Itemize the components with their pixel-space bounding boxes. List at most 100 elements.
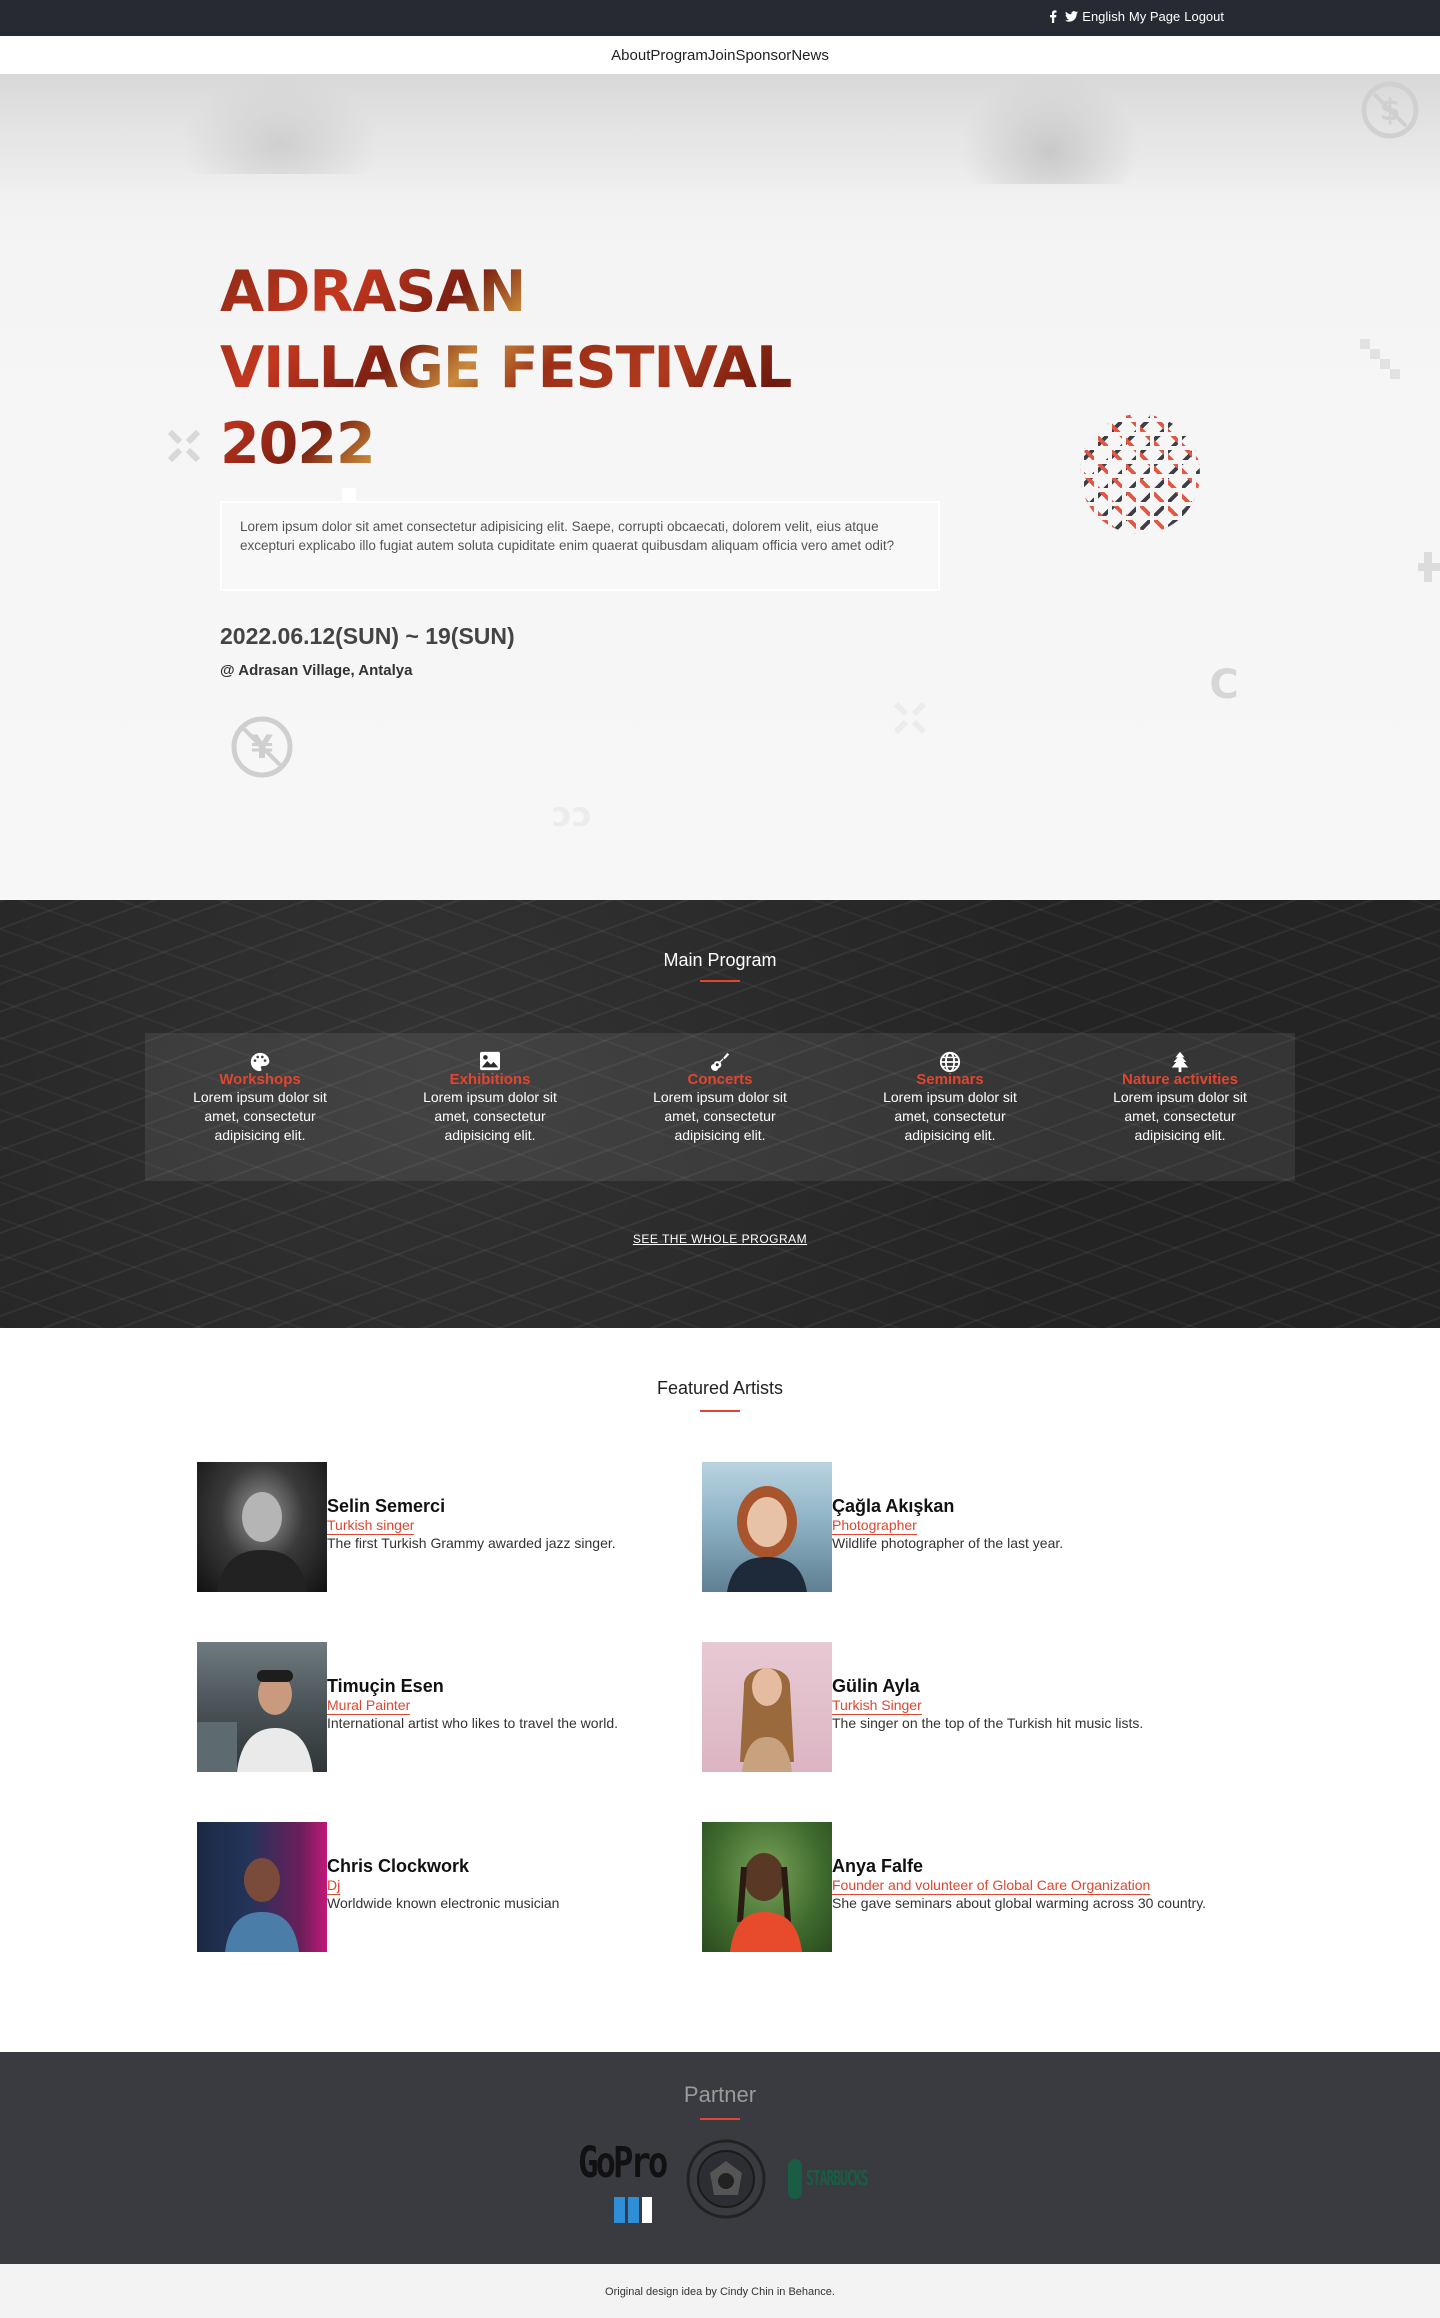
artist-name: Anya Falfe	[832, 1856, 924, 1876]
my-page-link[interactable]: My Page	[1129, 9, 1180, 24]
nav-item-join[interactable]: Join	[708, 47, 736, 64]
artist-bio: The singer on the top of the Turkish hit…	[832, 1715, 1144, 1731]
partner-logos: GoPro STARBUCKS	[578, 2137, 878, 2223]
program-card-nature[interactable]: Nature activities Lorem ipsum dolor sit …	[1095, 1033, 1265, 1181]
artist-role: Founder and volunteer of Global Care Org…	[832, 1877, 1151, 1895]
program-card-text: Lorem ipsum dolor sit amet, consectetur …	[653, 1089, 787, 1143]
dollar-coin-icon: $	[1361, 81, 1419, 139]
artist-photo	[197, 1642, 327, 1772]
program-card-title: Concerts	[687, 1071, 753, 1088]
program-card-workshops[interactable]: Workshops Lorem ipsum dolor sit amet, co…	[175, 1033, 345, 1181]
artist-photo	[702, 1462, 832, 1592]
title-underline	[700, 980, 740, 982]
language-link[interactable]: English	[1082, 9, 1125, 24]
program-card-title: Exhibitions	[449, 1071, 531, 1088]
program-card-text: Lorem ipsum dolor sit amet, consectetur …	[1113, 1089, 1247, 1143]
pixel-decoration-icon	[1360, 339, 1400, 379]
plus-decoration-icon	[1418, 552, 1440, 582]
c-letter-decoration-icon: C	[1209, 664, 1238, 704]
twitter-icon[interactable]	[1064, 10, 1078, 24]
footer-credit: Original design idea by Cindy Chin in Be…	[605, 2286, 835, 2298]
artist-card[interactable]: Anya Falfe Founder and volunteer of Glob…	[702, 1822, 1206, 1952]
cross-decoration-icon	[167, 429, 201, 463]
artist-card[interactable]: Timuçin Esen Mural Painter International…	[197, 1642, 618, 1772]
artist-info: Chris Clockwork Dj Worldwide known elect…	[327, 1822, 559, 1911]
artist-card[interactable]: Selin Semerci Turkish singer The first T…	[197, 1462, 616, 1592]
tree-icon	[1095, 1051, 1265, 1073]
artist-bio: Wildlife photographer of the last year.	[832, 1535, 1064, 1551]
artist-card[interactable]: Gülin Ayla Turkish Singer The singer on …	[702, 1642, 1143, 1772]
artist-role: Turkish singer	[327, 1517, 415, 1535]
palette-icon	[175, 1051, 345, 1073]
gopro-logo-text: GoPro	[578, 2138, 668, 2188]
nav-item-news[interactable]: News	[791, 47, 829, 64]
starbucks-logo[interactable]: STARBUCKS	[788, 2137, 878, 2221]
artist-role: Photographer	[832, 1517, 917, 1535]
artist-bio: She gave seminars about global warming a…	[832, 1895, 1207, 1911]
yen-coin-icon: ¥	[231, 716, 293, 778]
square-decoration	[342, 488, 356, 502]
top-bar-links: English My Page Logout	[1046, 9, 1224, 24]
artist-name: Timuçin Esen	[327, 1676, 444, 1696]
nav-item-sponsor[interactable]: Sponsor	[735, 47, 791, 64]
program-card-title: Nature activities	[1122, 1071, 1238, 1088]
artist-name: Çağla Akışkan	[832, 1496, 955, 1516]
image-icon	[405, 1051, 575, 1073]
program-card-title: Workshops	[219, 1071, 301, 1088]
artist-photo	[197, 1822, 327, 1952]
gopro-logo[interactable]: GoPro	[578, 2137, 668, 2223]
top-bar: English My Page Logout	[0, 0, 1440, 36]
guitar-icon	[635, 1051, 805, 1073]
program-card-text: Lorem ipsum dolor sit amet, consectetur …	[883, 1089, 1017, 1143]
starbucks-mark-icon	[788, 2159, 802, 2199]
artist-bio: The first Turkish Grammy awarded jazz si…	[327, 1535, 616, 1551]
featured-artists-section: Featured Artists Selin Semerci Turkish s…	[0, 1328, 1440, 2052]
quote-decoration-icon: ɔɔ	[552, 800, 592, 830]
section-title: Partner	[683, 2082, 757, 2107]
artist-name: Chris Clockwork	[327, 1856, 470, 1876]
hero-background-shoe	[960, 74, 1140, 184]
artist-photo	[197, 1462, 327, 1592]
nav-item-program[interactable]: Program	[650, 47, 708, 64]
logout-link[interactable]: Logout	[1184, 9, 1224, 24]
nav-item-about[interactable]: About	[611, 47, 650, 64]
artist-card[interactable]: Chris Clockwork Dj Worldwide known elect…	[197, 1822, 559, 1952]
program-card-title: Seminars	[916, 1071, 984, 1088]
artist-card[interactable]: Çağla Akışkan Photographer Wildlife phot…	[702, 1462, 1063, 1592]
artist-name: Selin Semerci	[327, 1496, 446, 1516]
artist-photo	[702, 1822, 832, 1952]
artist-info: Gülin Ayla Turkish Singer The singer on …	[832, 1642, 1143, 1731]
program-card-seminars[interactable]: Seminars Lorem ipsum dolor sit amet, con…	[865, 1033, 1035, 1181]
program-card-text: Lorem ipsum dolor sit amet, consectetur …	[193, 1089, 327, 1143]
globe-icon	[865, 1051, 1035, 1073]
artist-role: Mural Painter	[327, 1697, 411, 1715]
artist-info: Anya Falfe Founder and volunteer of Glob…	[832, 1822, 1206, 1911]
section-title: Main Program	[663, 950, 777, 970]
svg-text:ɔɔ: ɔɔ	[552, 800, 592, 830]
artist-name: Gülin Ayla	[832, 1676, 920, 1696]
footer: Original design idea by Cindy Chin in Be…	[0, 2264, 1440, 2318]
program-cards: Workshops Lorem ipsum dolor sit amet, co…	[145, 1033, 1295, 1181]
starbucks-logo-text: STARBUCKS	[806, 2167, 868, 2191]
artist-info: Çağla Akışkan Photographer Wildlife phot…	[832, 1462, 1063, 1551]
partner-section: Partner GoPro STARBUCKS	[0, 2052, 1440, 2264]
cross-decoration-icon	[893, 701, 927, 735]
artist-bio: Worldwide known electronic musician	[327, 1895, 560, 1911]
badge-logo[interactable]	[684, 2137, 768, 2221]
hero-background-shoe	[180, 74, 380, 174]
program-card-concerts[interactable]: Concerts Lorem ipsum dolor sit amet, con…	[635, 1033, 805, 1181]
main-program-section: Main Program Workshops Lorem ipsum dolor…	[0, 900, 1440, 1328]
nav-items: About Program Join Sponsor News	[611, 47, 829, 64]
pattern-circle-decoration	[1080, 414, 1200, 534]
facebook-icon[interactable]	[1046, 10, 1060, 24]
see-whole-program-link[interactable]: SEE THE WHOLE PROGRAM	[0, 1232, 1440, 1246]
hero-title-line: ADRASAN	[220, 259, 526, 325]
program-card-exhibitions[interactable]: Exhibitions Lorem ipsum dolor sit amet, …	[405, 1033, 575, 1181]
hero-title-line: VILLAGE FESTIVAL	[220, 335, 792, 401]
artist-info: Timuçin Esen Mural Painter International…	[327, 1642, 618, 1731]
festival-date: 2022.06.12(SUN) ~ 19(SUN)	[220, 623, 515, 649]
hero-title-line: 2022	[220, 411, 375, 477]
main-nav: About Program Join Sponsor News	[0, 36, 1440, 74]
program-card-text: Lorem ipsum dolor sit amet, consectetur …	[423, 1089, 557, 1143]
hero-description: Lorem ipsum dolor sit amet consectetur a…	[220, 501, 940, 591]
